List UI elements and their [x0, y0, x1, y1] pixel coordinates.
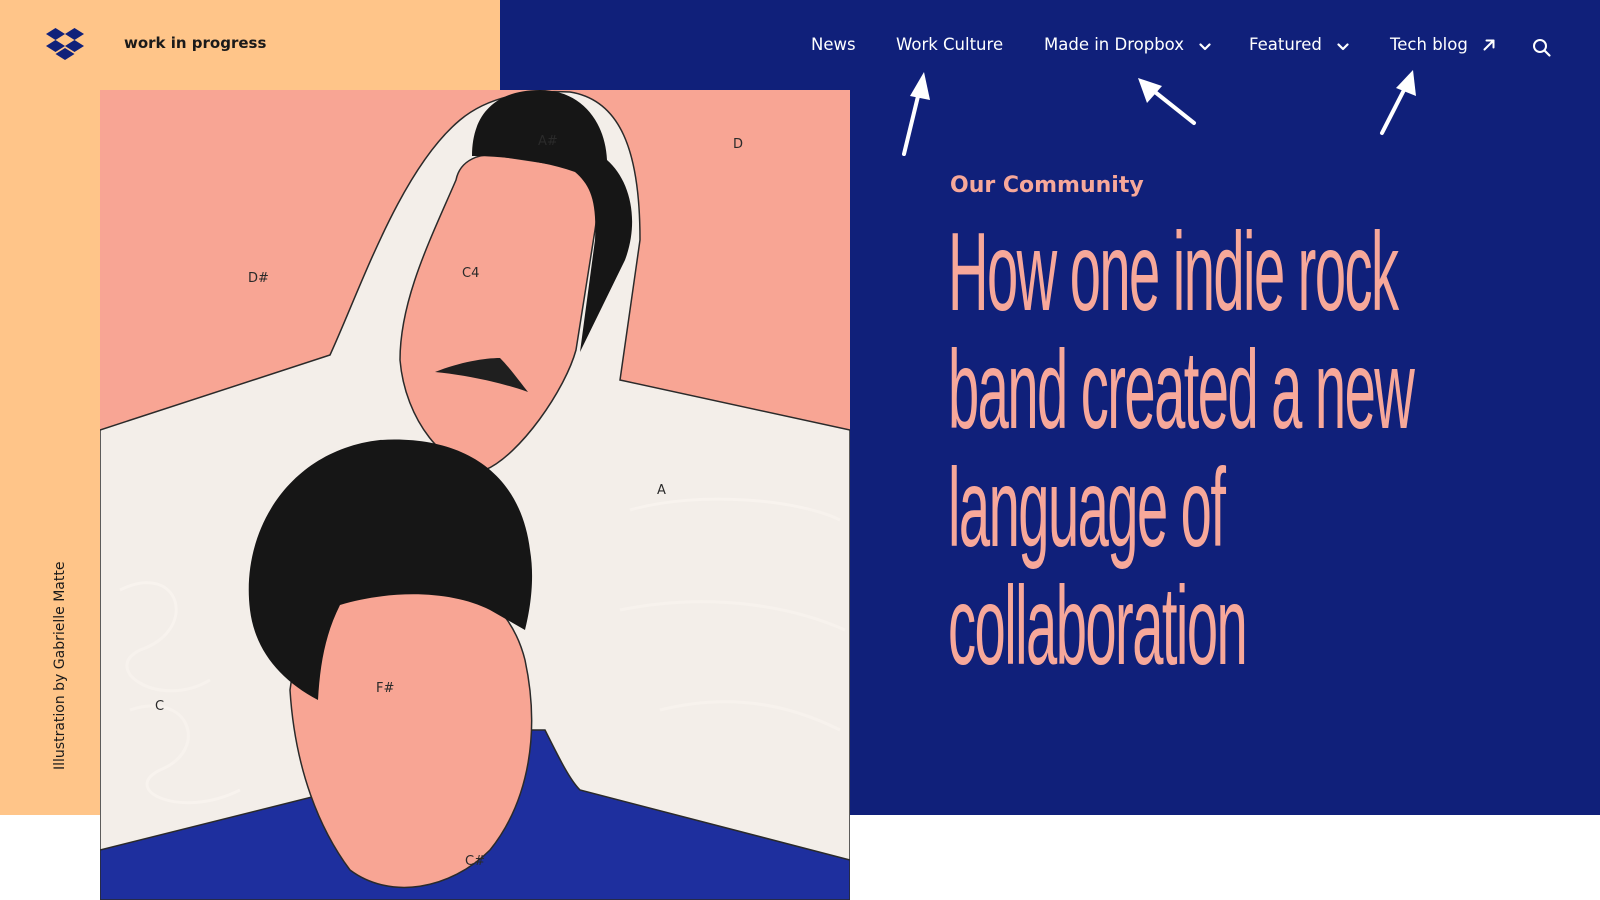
search-icon[interactable] — [1532, 38, 1552, 58]
nav-item-work-culture[interactable]: Work Culture — [896, 35, 1003, 61]
nav-item-label: News — [811, 35, 856, 54]
note-label: A# — [538, 134, 558, 149]
nav-item-tech-blog[interactable]: Tech blog — [1390, 35, 1495, 61]
note-label: F# — [376, 681, 394, 696]
dropbox-logo-icon[interactable] — [46, 28, 84, 62]
headline-line: collaboration — [948, 565, 1248, 689]
note-label: C4 — [462, 266, 479, 281]
hero-illustration: A# D D# C4 A C F# C# — [100, 90, 850, 900]
nav-item-news[interactable]: News — [811, 35, 856, 61]
nav-item-label: Tech blog — [1390, 35, 1468, 54]
chevron-down-icon — [1199, 36, 1211, 55]
nav-item-made-in-dropbox[interactable]: Made in Dropbox — [1044, 35, 1211, 61]
nav-item-featured[interactable]: Featured — [1249, 35, 1349, 61]
note-label: C# — [465, 854, 485, 869]
note-label: D — [733, 137, 743, 152]
nav-item-label: Made in Dropbox — [1044, 35, 1185, 54]
note-label: C — [155, 699, 164, 714]
brand-name-link[interactable]: work in progress — [124, 34, 266, 52]
note-label: A — [657, 483, 666, 498]
nav-item-label: Work Culture — [896, 35, 1004, 54]
external-arrow-icon — [1483, 36, 1495, 55]
article-headline[interactable]: How one indie rock band created a new la… — [948, 211, 1508, 689]
nav-item-label: Featured — [1249, 35, 1322, 54]
illustration-credit: Illustration by Gabrielle Matte — [52, 561, 68, 770]
note-label: D# — [248, 271, 269, 286]
chevron-down-icon — [1337, 36, 1349, 55]
